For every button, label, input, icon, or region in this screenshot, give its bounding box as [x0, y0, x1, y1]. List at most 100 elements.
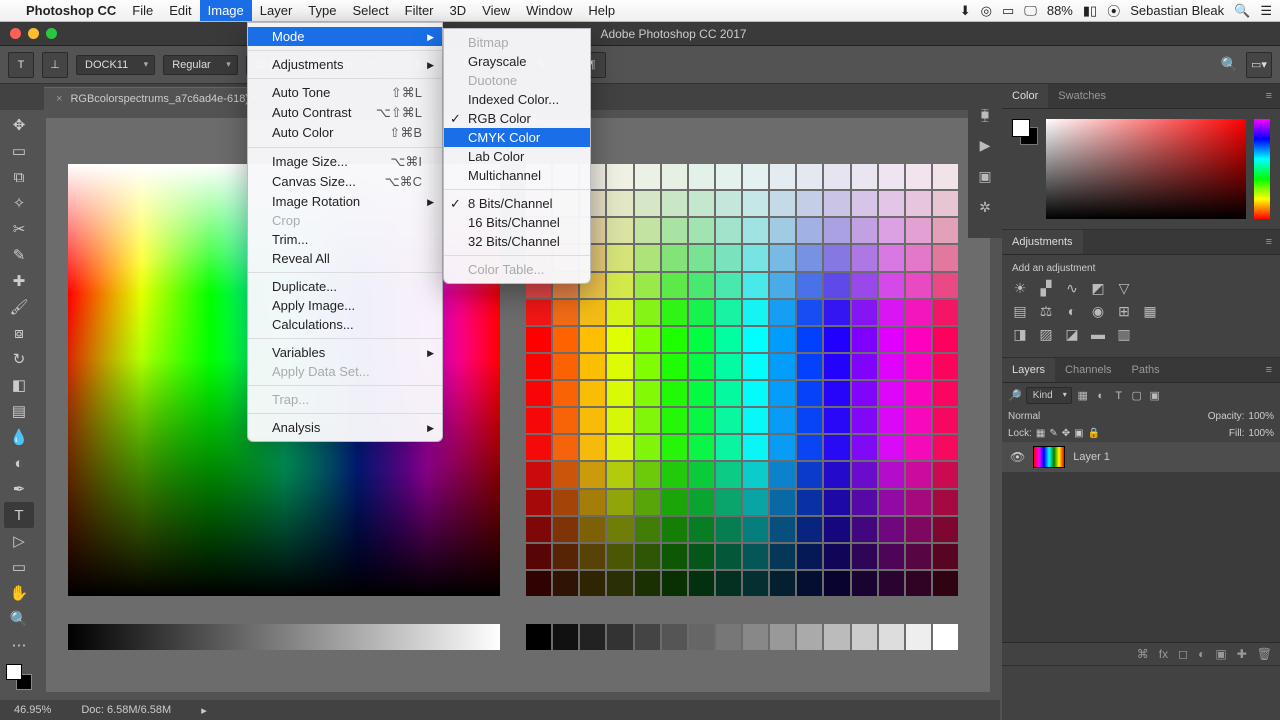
document-tab[interactable]: × RGBcolorspectrums_a7c6ad4e-618) *	[44, 87, 269, 110]
blend-mode-select[interactable]: Normal	[1008, 411, 1118, 422]
play-icon[interactable]: ▶	[980, 137, 991, 154]
device-preview-icon[interactable]: ▣	[978, 168, 991, 185]
display-icon[interactable]: 🖵	[1024, 3, 1037, 19]
menu-help[interactable]: Help	[580, 0, 623, 21]
menu-item[interactable]: Indexed Color...	[444, 90, 590, 109]
tool-preset[interactable]: T	[8, 52, 34, 78]
layer-row[interactable]: 👁 Layer 1	[1002, 442, 1280, 472]
lock-position-icon[interactable]: ✥	[1062, 428, 1070, 439]
lock-artboard-icon[interactable]: ▣	[1074, 428, 1083, 439]
menu-item[interactable]: 16 Bits/Channel	[444, 213, 590, 232]
bw-icon[interactable]: ◐	[1064, 303, 1080, 320]
link-layers-icon[interactable]: ⌘	[1137, 647, 1149, 661]
marquee-tool[interactable]: ▭	[4, 138, 34, 164]
menu-image[interactable]: Image	[200, 0, 252, 21]
heal-tool[interactable]: ✚	[4, 268, 34, 294]
filter-type-icon[interactable]: T	[1112, 389, 1126, 403]
dodge-tool[interactable]: ◐	[4, 450, 34, 476]
layer-fx-icon[interactable]: fx	[1159, 647, 1168, 661]
close-button[interactable]	[10, 28, 21, 39]
menu-file[interactable]: File	[124, 0, 161, 21]
invert-icon[interactable]: ◨	[1012, 326, 1028, 343]
minimize-button[interactable]	[28, 28, 39, 39]
menu-select[interactable]: Select	[344, 0, 396, 21]
filter-shape-icon[interactable]: ▢	[1130, 389, 1144, 403]
panel-menu-icon[interactable]: ≡	[1258, 230, 1280, 254]
menu-item[interactable]: Image Rotation	[248, 192, 442, 211]
menu-item[interactable]: Auto Tone⇧⌘L	[248, 83, 442, 103]
opacity-field[interactable]: 100%	[1248, 411, 1274, 422]
channels-tab[interactable]: Channels	[1055, 358, 1121, 382]
download-icon[interactable]: ⬇	[960, 3, 971, 19]
menu-item[interactable]: Lab Color	[444, 147, 590, 166]
brush-tool[interactable]: 🖌	[4, 294, 34, 320]
lock-pixels-icon[interactable]: ✎	[1049, 428, 1057, 439]
history-brush-tool[interactable]: ↻	[4, 346, 34, 372]
histogram-icon[interactable]: ⧯	[981, 106, 990, 123]
new-layer-icon[interactable]: ✚	[1237, 647, 1247, 661]
menu-view[interactable]: View	[474, 0, 518, 21]
menu-item[interactable]: Apply Image...	[248, 296, 442, 315]
stamp-tool[interactable]: ⧇	[4, 320, 34, 346]
colorlookup-icon[interactable]: ▦	[1142, 303, 1158, 320]
lasso-tool[interactable]: ⧉	[4, 164, 34, 190]
fill-field[interactable]: 100%	[1248, 428, 1274, 439]
wifi-icon[interactable]: ⦿	[1107, 1, 1120, 20]
color-field[interactable]	[1046, 119, 1246, 219]
filter-smart-icon[interactable]: ▣	[1148, 389, 1162, 403]
brush-settings-icon[interactable]: ✲	[979, 199, 991, 216]
menu-item[interactable]: Grayscale	[444, 52, 590, 71]
filter-kind-select[interactable]: Kind	[1026, 387, 1072, 404]
menu-item[interactable]: Multichannel	[444, 166, 590, 185]
menu-icon[interactable]: ☰	[1260, 3, 1272, 19]
font-family-select[interactable]: DOCK11	[76, 55, 155, 75]
photofilter-icon[interactable]: ◉	[1090, 303, 1106, 320]
delete-layer-icon[interactable]: 🗑	[1257, 647, 1272, 661]
menu-3d[interactable]: 3D	[442, 0, 475, 21]
panel-menu-icon[interactable]: ≡	[1258, 84, 1280, 108]
wand-tool[interactable]: ✧	[4, 190, 34, 216]
layers-tab[interactable]: Layers	[1002, 358, 1055, 382]
menu-item[interactable]: Canvas Size...⌥⌘C	[248, 172, 442, 192]
eraser-tool[interactable]: ◧	[4, 372, 34, 398]
paths-tab[interactable]: Paths	[1122, 358, 1170, 382]
edit-toolbar[interactable]: ⋯	[4, 632, 34, 658]
cc-icon[interactable]: ◎	[981, 3, 992, 19]
search-icon[interactable]: 🔍	[1221, 56, 1238, 73]
levels-icon[interactable]: ▞	[1038, 280, 1054, 297]
layer-thumbnail[interactable]	[1033, 446, 1065, 468]
menu-filter[interactable]: Filter	[397, 0, 442, 21]
color-tab[interactable]: Color	[1002, 84, 1048, 108]
color-fgbg-mini[interactable]	[1012, 119, 1038, 145]
menu-item[interactable]: Reveal All	[248, 249, 442, 268]
type-tool[interactable]: T	[4, 502, 34, 528]
layer-mask-icon[interactable]: ◻	[1178, 647, 1188, 661]
panel-menu-icon[interactable]: ≡	[1258, 358, 1280, 382]
menu-item[interactable]: Mode	[248, 27, 442, 46]
exposure-icon[interactable]: ◩	[1090, 280, 1106, 297]
hand-tool[interactable]: ✋	[4, 580, 34, 606]
blur-tool[interactable]: 💧	[4, 424, 34, 450]
workspace-switcher[interactable]: ▭▾	[1246, 52, 1272, 78]
adjustments-tab[interactable]: Adjustments	[1002, 230, 1083, 254]
new-fill-icon[interactable]: ◐	[1198, 647, 1205, 661]
lock-transparent-icon[interactable]: ▦	[1036, 428, 1045, 439]
zoom-button[interactable]	[46, 28, 57, 39]
menu-item[interactable]: Calculations...	[248, 315, 442, 334]
filter-pixel-icon[interactable]: ▦	[1076, 389, 1090, 403]
crop-tool[interactable]: ✂	[4, 216, 34, 242]
close-tab-icon[interactable]: ×	[56, 93, 62, 105]
swatches-tab[interactable]: Swatches	[1048, 84, 1116, 108]
posterize-icon[interactable]: ▨	[1038, 326, 1054, 343]
app-menu[interactable]: Photoshop CC	[18, 0, 124, 21]
threshold-icon[interactable]: ◪	[1064, 326, 1080, 343]
fg-bg-colors[interactable]	[6, 664, 32, 690]
channelmixer-icon[interactable]: ⊞	[1116, 303, 1132, 320]
window-controls[interactable]	[0, 28, 67, 39]
menu-window[interactable]: Window	[518, 0, 580, 21]
menu-item[interactable]: Image Size...⌥⌘I	[248, 152, 442, 172]
menu-item[interactable]: Auto Contrast⌥⇧⌘L	[248, 103, 442, 123]
filter-icon[interactable]: 🔎	[1008, 389, 1022, 402]
zoom-level[interactable]: 46.95%	[14, 704, 51, 716]
path-select-tool[interactable]: ▷	[4, 528, 34, 554]
